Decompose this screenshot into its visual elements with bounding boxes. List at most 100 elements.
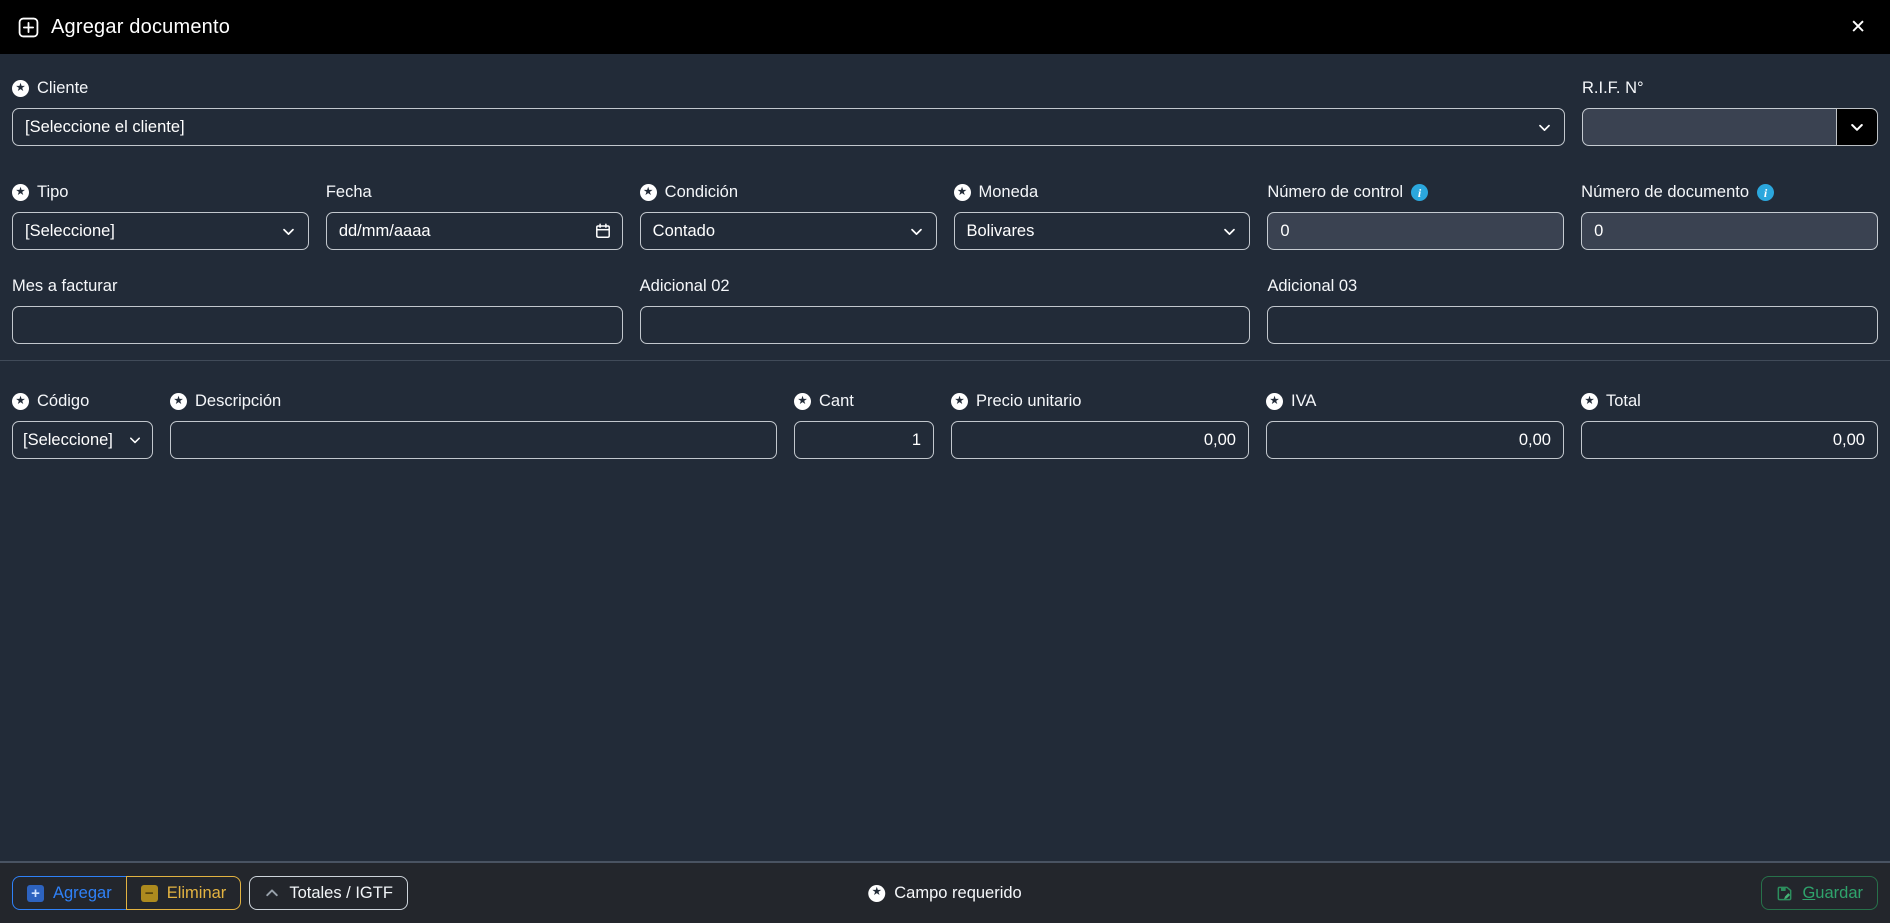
guardar-button-label: Guardar xyxy=(1802,884,1863,903)
agregar-button[interactable]: + Agregar xyxy=(12,876,127,910)
descripcion-input[interactable] xyxy=(170,421,777,459)
iva-label-row: ★ IVA xyxy=(1266,391,1564,412)
required-icon: ★ xyxy=(12,184,29,201)
total-input[interactable] xyxy=(1581,421,1878,459)
dialog-footer: + Agregar − Eliminar Totales / IGTF ★ Ca… xyxy=(0,861,1890,923)
iva-input[interactable] xyxy=(1266,421,1564,459)
cant-input[interactable] xyxy=(794,421,934,459)
required-icon: ★ xyxy=(1266,393,1283,410)
field-condicion: ★ Condición Contado xyxy=(640,182,937,250)
precio-unitario-input[interactable] xyxy=(951,421,1249,459)
chevron-down-icon xyxy=(1222,224,1237,239)
field-codigo: ★ Código [Seleccione] xyxy=(12,391,153,459)
cant-label-row: ★ Cant xyxy=(794,391,934,412)
field-adicional-02: Adicional 02 xyxy=(640,276,1251,344)
fecha-input[interactable] xyxy=(326,212,623,250)
moneda-select[interactable]: Bolivares xyxy=(954,212,1251,250)
numero-control-label: Número de control xyxy=(1267,183,1403,202)
codigo-select[interactable]: [Seleccione] xyxy=(12,421,153,459)
guardar-button[interactable]: Guardar xyxy=(1761,876,1878,910)
fecha-input-wrap xyxy=(326,212,623,250)
tipo-label-row: ★ Tipo xyxy=(12,182,309,203)
item-line-row: ★ Código [Seleccione] ★ Descripción ★ Ca… xyxy=(12,391,1878,459)
numero-control-input[interactable] xyxy=(1267,212,1564,250)
field-precio-unitario: ★ Precio unitario xyxy=(951,391,1249,459)
moneda-label: Moneda xyxy=(979,183,1039,202)
field-cant: ★ Cant xyxy=(794,391,934,459)
tipo-select[interactable]: [Seleccione] xyxy=(12,212,309,250)
required-icon: ★ xyxy=(868,885,885,902)
total-label: Total xyxy=(1606,392,1641,411)
eliminar-button[interactable]: − Eliminar xyxy=(126,876,242,910)
total-label-row: ★ Total xyxy=(1581,391,1878,412)
save-icon xyxy=(1776,885,1793,902)
adicional-02-input[interactable] xyxy=(640,306,1251,344)
descripcion-label-row: ★ Descripción xyxy=(170,391,777,412)
chevron-down-icon xyxy=(1849,119,1865,135)
close-icon[interactable]: ✕ xyxy=(1844,14,1872,41)
numero-documento-input[interactable] xyxy=(1581,212,1878,250)
cant-label: Cant xyxy=(819,392,854,411)
required-icon: ★ xyxy=(640,184,657,201)
rif-input-group xyxy=(1582,108,1878,146)
adicional-03-label: Adicional 03 xyxy=(1267,277,1357,296)
condicion-label: Condición xyxy=(665,183,738,202)
tipo-label: Tipo xyxy=(37,183,69,202)
field-adicional-03: Adicional 03 xyxy=(1267,276,1878,344)
cliente-label-row: ★ Cliente xyxy=(12,78,1565,99)
field-tipo: ★ Tipo [Seleccione] xyxy=(12,182,309,250)
precio-unitario-label: Precio unitario xyxy=(976,392,1081,411)
document-form: ★ Cliente [Seleccione el cliente] R.I.F.… xyxy=(0,54,1890,861)
dialog-titlebar: Agregar documento ✕ xyxy=(0,0,1890,54)
adicional-03-label-row: Adicional 03 xyxy=(1267,276,1878,297)
agregar-button-label: Agregar xyxy=(53,884,112,903)
eliminar-button-label: Eliminar xyxy=(167,884,227,903)
precio-unitario-label-row: ★ Precio unitario xyxy=(951,391,1249,412)
totales-igtf-button-label: Totales / IGTF xyxy=(289,884,393,903)
codigo-label-row: ★ Código xyxy=(12,391,153,412)
field-iva: ★ IVA xyxy=(1266,391,1564,459)
plus-icon: + xyxy=(27,885,44,902)
cliente-select-value: [Seleccione el cliente] xyxy=(25,118,185,137)
totales-igtf-button[interactable]: Totales / IGTF xyxy=(249,876,408,910)
mes-a-facturar-label: Mes a facturar xyxy=(12,277,117,296)
cliente-select[interactable]: [Seleccione el cliente] xyxy=(12,108,1565,146)
condicion-select[interactable]: Contado xyxy=(640,212,937,250)
rif-label-row: R.I.F. N° xyxy=(1582,78,1878,99)
field-moneda: ★ Moneda Bolivares xyxy=(954,182,1251,250)
condicion-label-row: ★ Condición xyxy=(640,182,937,203)
rif-input[interactable] xyxy=(1582,108,1836,146)
iva-label: IVA xyxy=(1291,392,1316,411)
adicional-02-label: Adicional 02 xyxy=(640,277,730,296)
add-document-icon xyxy=(18,17,39,38)
campo-requerido-label: Campo requerido xyxy=(894,884,1022,903)
chevron-up-icon xyxy=(264,885,280,901)
fecha-label-row: Fecha xyxy=(326,182,623,203)
chevron-down-icon xyxy=(909,224,924,239)
field-numero-control: Número de control i xyxy=(1267,182,1564,250)
adicional-02-label-row: Adicional 02 xyxy=(640,276,1251,297)
numero-documento-label-row: Número de documento i xyxy=(1581,182,1878,203)
dialog-title: Agregar documento xyxy=(51,16,230,39)
moneda-select-value: Bolivares xyxy=(967,222,1035,241)
campo-requerido-legend: ★ Campo requerido xyxy=(868,884,1022,903)
descripcion-label: Descripción xyxy=(195,392,281,411)
numero-control-label-row: Número de control i xyxy=(1267,182,1564,203)
adicional-03-input[interactable] xyxy=(1267,306,1878,344)
chevron-down-icon xyxy=(281,224,296,239)
codigo-select-value: [Seleccione] xyxy=(23,431,113,450)
required-icon: ★ xyxy=(170,393,187,410)
required-icon: ★ xyxy=(951,393,968,410)
required-icon: ★ xyxy=(794,393,811,410)
rif-label: R.I.F. N° xyxy=(1582,79,1644,98)
field-total: ★ Total xyxy=(1581,391,1878,459)
field-numero-documento: Número de documento i xyxy=(1581,182,1878,250)
mes-a-facturar-input[interactable] xyxy=(12,306,623,344)
chevron-down-icon xyxy=(1537,120,1552,135)
condicion-select-value: Contado xyxy=(653,222,715,241)
rif-dropdown-button[interactable] xyxy=(1836,108,1878,146)
required-icon: ★ xyxy=(1581,393,1598,410)
chevron-down-icon xyxy=(128,433,142,447)
info-icon: i xyxy=(1411,184,1428,201)
field-fecha: Fecha xyxy=(326,182,623,250)
